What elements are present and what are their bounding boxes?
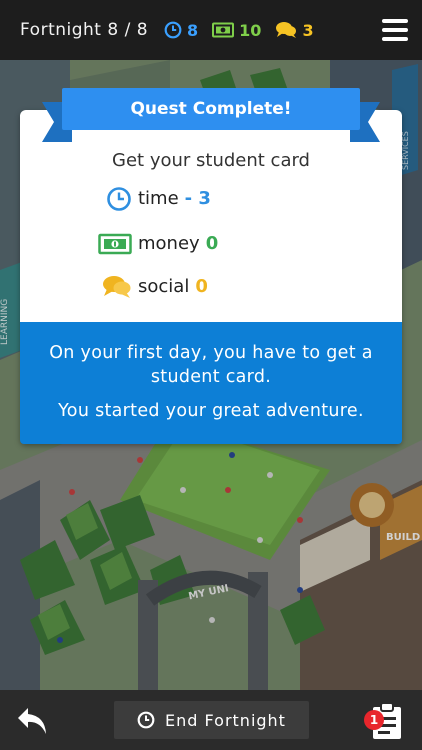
- quest-name: Get your student card: [112, 150, 310, 171]
- social-value: 3: [302, 20, 314, 40]
- end-fortnight-label: End Fortnight: [165, 710, 286, 730]
- fortnight-counter: Fortnight 8 / 8: [20, 20, 149, 40]
- clock-icon: [137, 711, 155, 729]
- reward-social-row: social 0: [103, 275, 208, 298]
- social-stat: 3: [275, 20, 314, 40]
- quest-banner: Quest Complete!: [42, 88, 370, 144]
- speech-bubbles-icon: [102, 275, 132, 299]
- clock-icon: [164, 21, 182, 39]
- speech-bubbles-icon: [276, 22, 297, 38]
- money-value: 10: [239, 20, 262, 40]
- reward-money-row: money 0: [98, 233, 219, 254]
- reward-label-time: time: [138, 188, 179, 209]
- back-button[interactable]: [16, 706, 50, 736]
- bottom-bar: End Fortnight: [0, 690, 422, 750]
- reward-time-row: time - 3: [107, 186, 211, 211]
- reward-label-money: money: [138, 233, 200, 254]
- end-fortnight-button[interactable]: End Fortnight: [114, 701, 309, 739]
- reward-label-social: social: [138, 276, 190, 297]
- hamburger-icon-bar: [382, 37, 408, 41]
- reward-value-time: - 3: [184, 188, 211, 209]
- money-icon: [98, 233, 132, 255]
- money-icon: [212, 22, 235, 38]
- quest-description-line-1: On your first day, you have to get a stu…: [49, 343, 373, 387]
- reward-value-social: 0: [195, 276, 208, 297]
- menu-button[interactable]: [382, 19, 408, 41]
- hamburger-icon-bar: [382, 28, 408, 32]
- quest-description: On your first day, you have to get a stu…: [20, 322, 402, 444]
- undo-arrow-icon: [18, 708, 46, 734]
- reward-value-money: 0: [205, 233, 219, 254]
- money-stat: 10: [212, 21, 261, 40]
- quest-description-line-2: You started your great adventure.: [58, 401, 364, 421]
- time-stat: 8: [164, 21, 198, 40]
- hamburger-icon-bar: [382, 19, 408, 23]
- tasks-notification-badge: 1: [364, 710, 384, 730]
- top-bar: Fortnight 8 / 8 8 10 3: [0, 0, 422, 60]
- quest-complete-title: Quest Complete!: [62, 88, 360, 130]
- quest-complete-dialog: Quest Complete! Get your student card ti…: [20, 88, 402, 444]
- clock-icon: [106, 186, 132, 212]
- time-value: 8: [187, 20, 199, 40]
